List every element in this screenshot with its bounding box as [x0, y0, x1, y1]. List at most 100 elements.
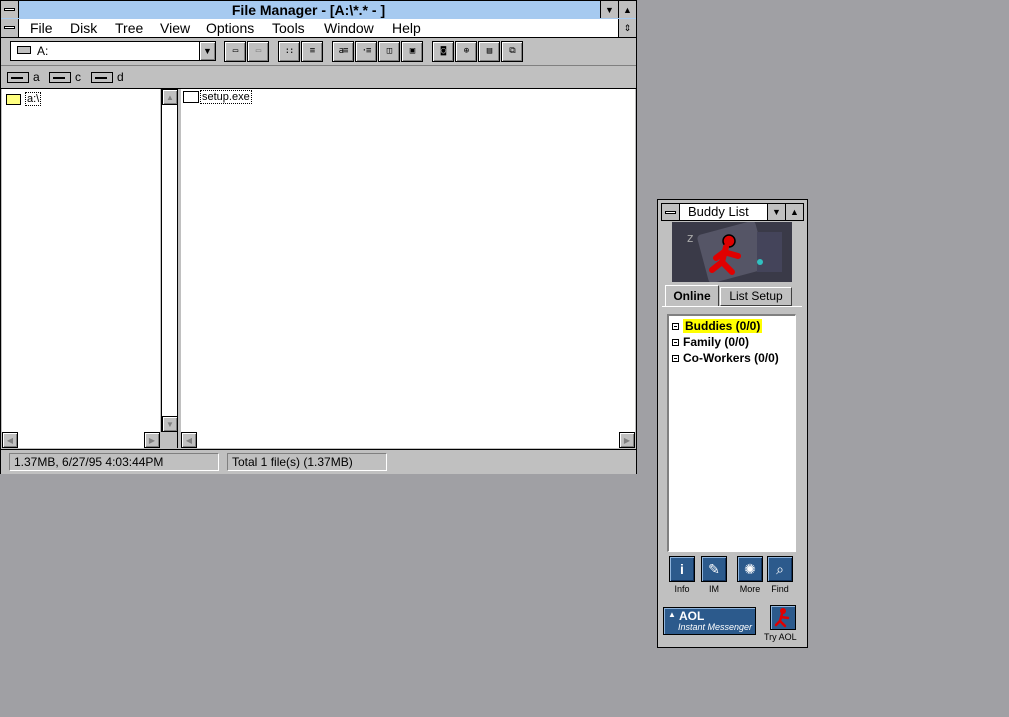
minimize-button[interactable]: ▼ — [600, 1, 618, 18]
drive-letter: d — [117, 70, 124, 84]
try-aol-button[interactable] — [770, 605, 796, 630]
cdrom-drive-icon — [91, 71, 113, 83]
file-manager-window: File Manager - [A:\*.* - ] ▼ ▲ File Disk… — [0, 0, 637, 474]
drive-c[interactable]: c — [49, 70, 81, 84]
share-icon[interactable]: ⊕ — [455, 41, 477, 62]
sort-by-name-icon[interactable]: a≡ — [332, 41, 354, 62]
title-bar[interactable]: File Manager - [A:\*.* - ] ▼ ▲ — [1, 1, 636, 20]
im-icon: ✎ — [708, 560, 720, 577]
sort-by-type-icon[interactable]: ·≡ — [355, 41, 377, 62]
buddy-list-box[interactable]: Buddies (0/0) Family (0/0) Co-Workers (0… — [667, 314, 796, 552]
connect-drive-icon[interactable]: ▭ — [224, 41, 246, 62]
tab-list-setup[interactable]: List Setup — [720, 287, 792, 306]
try-aol-label: Try AOL — [764, 632, 797, 642]
scroll-left-button[interactable]: ◀ — [181, 432, 197, 448]
menu-file[interactable]: File — [30, 19, 53, 37]
files-horizontal-scrollbar[interactable]: ◀ ▶ — [181, 432, 635, 448]
menu-window[interactable]: Window — [324, 19, 374, 37]
tree-vertical-scrollbar[interactable]: ▲ ▼ — [161, 89, 178, 432]
window-title: File Manager - [A:\*.* - ] — [231, 2, 386, 18]
status-bar: 1.37MB, 6/27/95 4:03:44PM Total 1 file(s… — [1, 449, 636, 474]
im-button[interactable]: ✎ — [701, 556, 727, 582]
scroll-right-button[interactable]: ▶ — [144, 432, 160, 448]
group-buddies[interactable]: Buddies (0/0) — [672, 319, 763, 333]
tool-label: Info — [674, 584, 690, 594]
scroll-right-button[interactable]: ▶ — [619, 432, 635, 448]
menu-bar: File Disk Tree View Options Tools Window… — [1, 19, 636, 38]
menu-options[interactable]: Options — [206, 19, 254, 37]
status-selection: 1.37MB, 6/27/95 4:03:44PM — [9, 453, 219, 471]
aim-logo-subtitle: Instant Messenger — [678, 622, 753, 632]
find-button[interactable]: ⌕ — [767, 556, 793, 582]
tree-item[interactable]: a:\ — [6, 92, 42, 106]
new-window-icon[interactable]: ⧉ — [501, 41, 523, 62]
menu-tree[interactable]: Tree — [115, 19, 143, 37]
sort-by-size-icon[interactable]: ◫ — [378, 41, 400, 62]
drive-letter: a — [33, 70, 40, 84]
child-system-menu-button[interactable] — [1, 19, 19, 37]
menu-view[interactable]: View — [160, 19, 190, 37]
info-button[interactable]: i — [669, 556, 695, 582]
aol-logo-text: AOL — [679, 609, 705, 623]
toolbar: A: ▼ ▭ ▭ :: ≡ a≡ ·≡ ◫ ▣ ◙ ⊕ ▤ ⧉ — [1, 38, 636, 66]
group-family[interactable]: Family (0/0) — [672, 335, 749, 349]
floppy-drive-icon — [7, 71, 29, 83]
sort-by-date-icon[interactable]: ▣ — [401, 41, 423, 62]
disconnect-drive-icon[interactable]: ▭ — [247, 41, 269, 62]
triangle-icon: ▲ — [668, 610, 676, 619]
large-icons-view-icon[interactable]: :: — [278, 41, 300, 62]
drive-d[interactable]: d — [91, 70, 124, 84]
collapse-icon[interactable] — [672, 338, 679, 346]
collapse-icon[interactable] — [672, 322, 679, 330]
group-co-workers[interactable]: Co-Workers (0/0) — [672, 351, 779, 365]
scroll-left-button[interactable]: ◀ — [2, 432, 18, 448]
floppy-drive-icon — [17, 46, 31, 54]
drive-letter: c — [75, 70, 81, 84]
properties-icon[interactable]: ◙ — [432, 41, 454, 62]
file-item[interactable]: setup.exe — [183, 90, 252, 104]
restore-button[interactable]: ⇕ — [618, 19, 636, 37]
svg-text:z: z — [687, 231, 693, 245]
drive-a[interactable]: a — [7, 70, 40, 84]
hard-drive-icon — [49, 71, 71, 83]
more-button[interactable]: ✺ — [737, 556, 763, 582]
scroll-up-button[interactable]: ▲ — [162, 89, 178, 105]
scroll-down-button[interactable]: ▼ — [162, 416, 178, 432]
info-icon: i — [680, 561, 684, 577]
tab-online[interactable]: Online — [665, 285, 719, 306]
collapse-icon[interactable] — [672, 354, 679, 362]
drive-combo[interactable]: A: ▼ — [10, 41, 216, 61]
status-total: Total 1 file(s) (1.37MB) — [227, 453, 387, 471]
file-list-pane[interactable]: setup.exe — [181, 89, 635, 432]
file-item-label: setup.exe — [200, 90, 252, 104]
running-man-icon — [774, 608, 790, 628]
running-man-icon: z — [672, 222, 792, 282]
menu-help[interactable]: Help — [392, 19, 421, 37]
menu-disk[interactable]: Disk — [70, 19, 97, 37]
group-label: Co-Workers (0/0) — [683, 351, 779, 365]
application-icon — [183, 91, 199, 103]
drive-bar: a c d — [1, 66, 636, 89]
maximize-button[interactable]: ▲ — [785, 204, 803, 220]
more-icon: ✺ — [744, 560, 756, 577]
maximize-button[interactable]: ▲ — [618, 1, 636, 18]
list-view-icon[interactable]: ≡ — [301, 41, 323, 62]
system-menu-button[interactable] — [1, 1, 19, 18]
stop-sharing-icon[interactable]: ▤ — [478, 41, 500, 62]
tool-label: IM — [709, 584, 719, 594]
drive-combo-value: A: — [37, 44, 49, 58]
group-label: Family (0/0) — [683, 335, 750, 349]
title-bar[interactable]: Buddy List ▼ ▲ — [661, 203, 804, 221]
tree-horizontal-scrollbar[interactable]: ◀ ▶ — [2, 432, 160, 448]
system-menu-button[interactable] — [662, 204, 680, 220]
menu-tools[interactable]: Tools — [272, 19, 305, 37]
open-folder-icon — [6, 93, 21, 105]
drive-combo-arrow[interactable]: ▼ — [199, 41, 216, 61]
directory-tree-pane[interactable]: a:\ — [2, 89, 160, 432]
buddy-list-window: Buddy List ▼ ▲ z Online List Setup Buddi… — [657, 199, 808, 648]
find-icon: ⌕ — [776, 560, 784, 577]
minimize-button[interactable]: ▼ — [767, 204, 785, 220]
tree-item-label: a:\ — [25, 92, 42, 106]
group-label: Buddies (0/0) — [683, 319, 763, 333]
aim-logo-button[interactable]: AOL ▲ Instant Messenger — [663, 607, 756, 635]
